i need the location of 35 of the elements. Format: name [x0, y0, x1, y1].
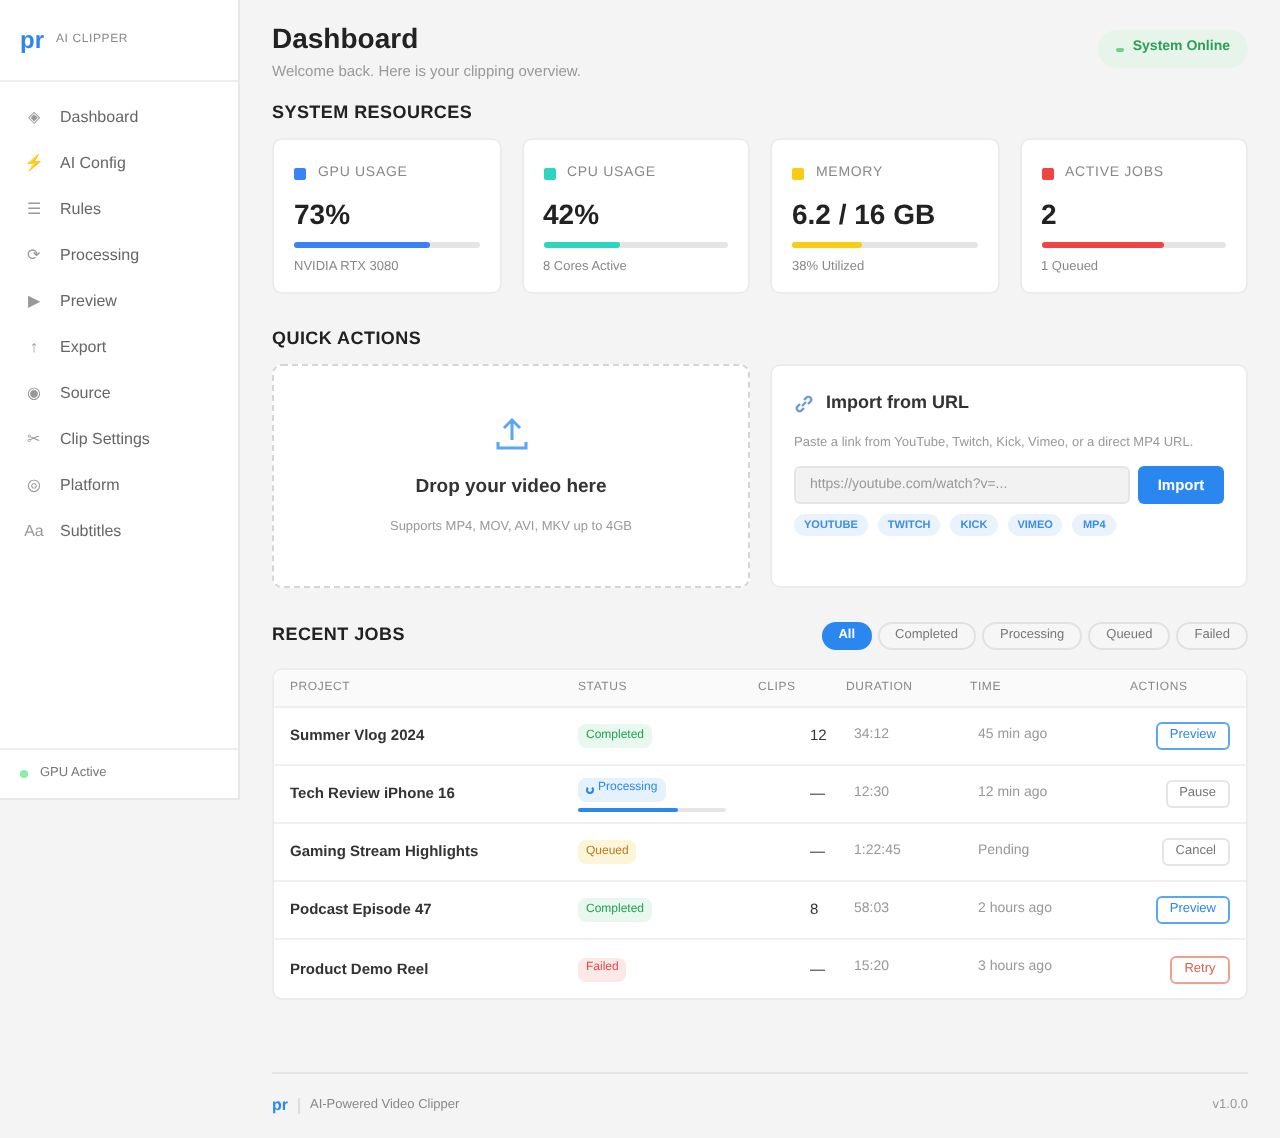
- sidebar-item-icon: ↑: [24, 336, 44, 360]
- sidebar-item[interactable]: ◉ Source: [0, 372, 238, 416]
- sidebar-item[interactable]: ⚡ AI Config: [0, 142, 238, 186]
- sidebar-item[interactable]: ⟳ Processing: [0, 234, 238, 278]
- sidebar-item[interactable]: ☰ Rules: [0, 188, 238, 232]
- sidebar-item[interactable]: ✂ Clip Settings: [0, 418, 238, 462]
- resource-value: 42%: [543, 195, 602, 233]
- section-title: QUICK ACTIONS: [272, 326, 424, 352]
- sidebar-item[interactable]: Aa Subtitles: [0, 510, 238, 554]
- sidebar-item-icon: ◉: [24, 382, 44, 406]
- sidebar-item-icon: ▶: [24, 290, 44, 314]
- sidebar-item-icon: Aa: [24, 520, 44, 544]
- drop-title: Drop your video here: [415, 474, 607, 502]
- link-icon: [794, 393, 814, 414]
- sidebar-item[interactable]: ▶ Preview: [0, 280, 238, 324]
- resource-value: 73%: [294, 195, 353, 233]
- section-title: SYSTEM RESOURCES: [272, 100, 475, 126]
- resource-value: 6.2 / 16 GB: [792, 195, 938, 233]
- upload-icon: [491, 414, 531, 454]
- sidebar-item-icon: ◈: [24, 106, 44, 130]
- spinner-icon: [586, 785, 594, 793]
- sidebar-item[interactable]: ◎ Platform: [0, 464, 238, 508]
- resource-value: 2: [1041, 195, 1059, 233]
- sidebar-item-icon: ✂: [24, 428, 44, 452]
- sidebar-item-icon: ☰: [24, 198, 44, 222]
- import-title: Import from URL: [826, 390, 969, 416]
- footer-logo: pr: [272, 1094, 288, 1118]
- sidebar-item[interactable]: ◈ Dashboard: [0, 96, 238, 140]
- logo: pr: [20, 24, 44, 58]
- sidebar-item-icon: ◎: [24, 474, 44, 498]
- sidebar-item[interactable]: ↑ Export: [0, 326, 238, 370]
- section-title: RECENT JOBS: [272, 622, 405, 649]
- sidebar-item-icon: ⚡: [24, 152, 44, 176]
- sidebar-item-icon: ⟳: [24, 244, 44, 268]
- page-title: Dashboard: [272, 22, 421, 57]
